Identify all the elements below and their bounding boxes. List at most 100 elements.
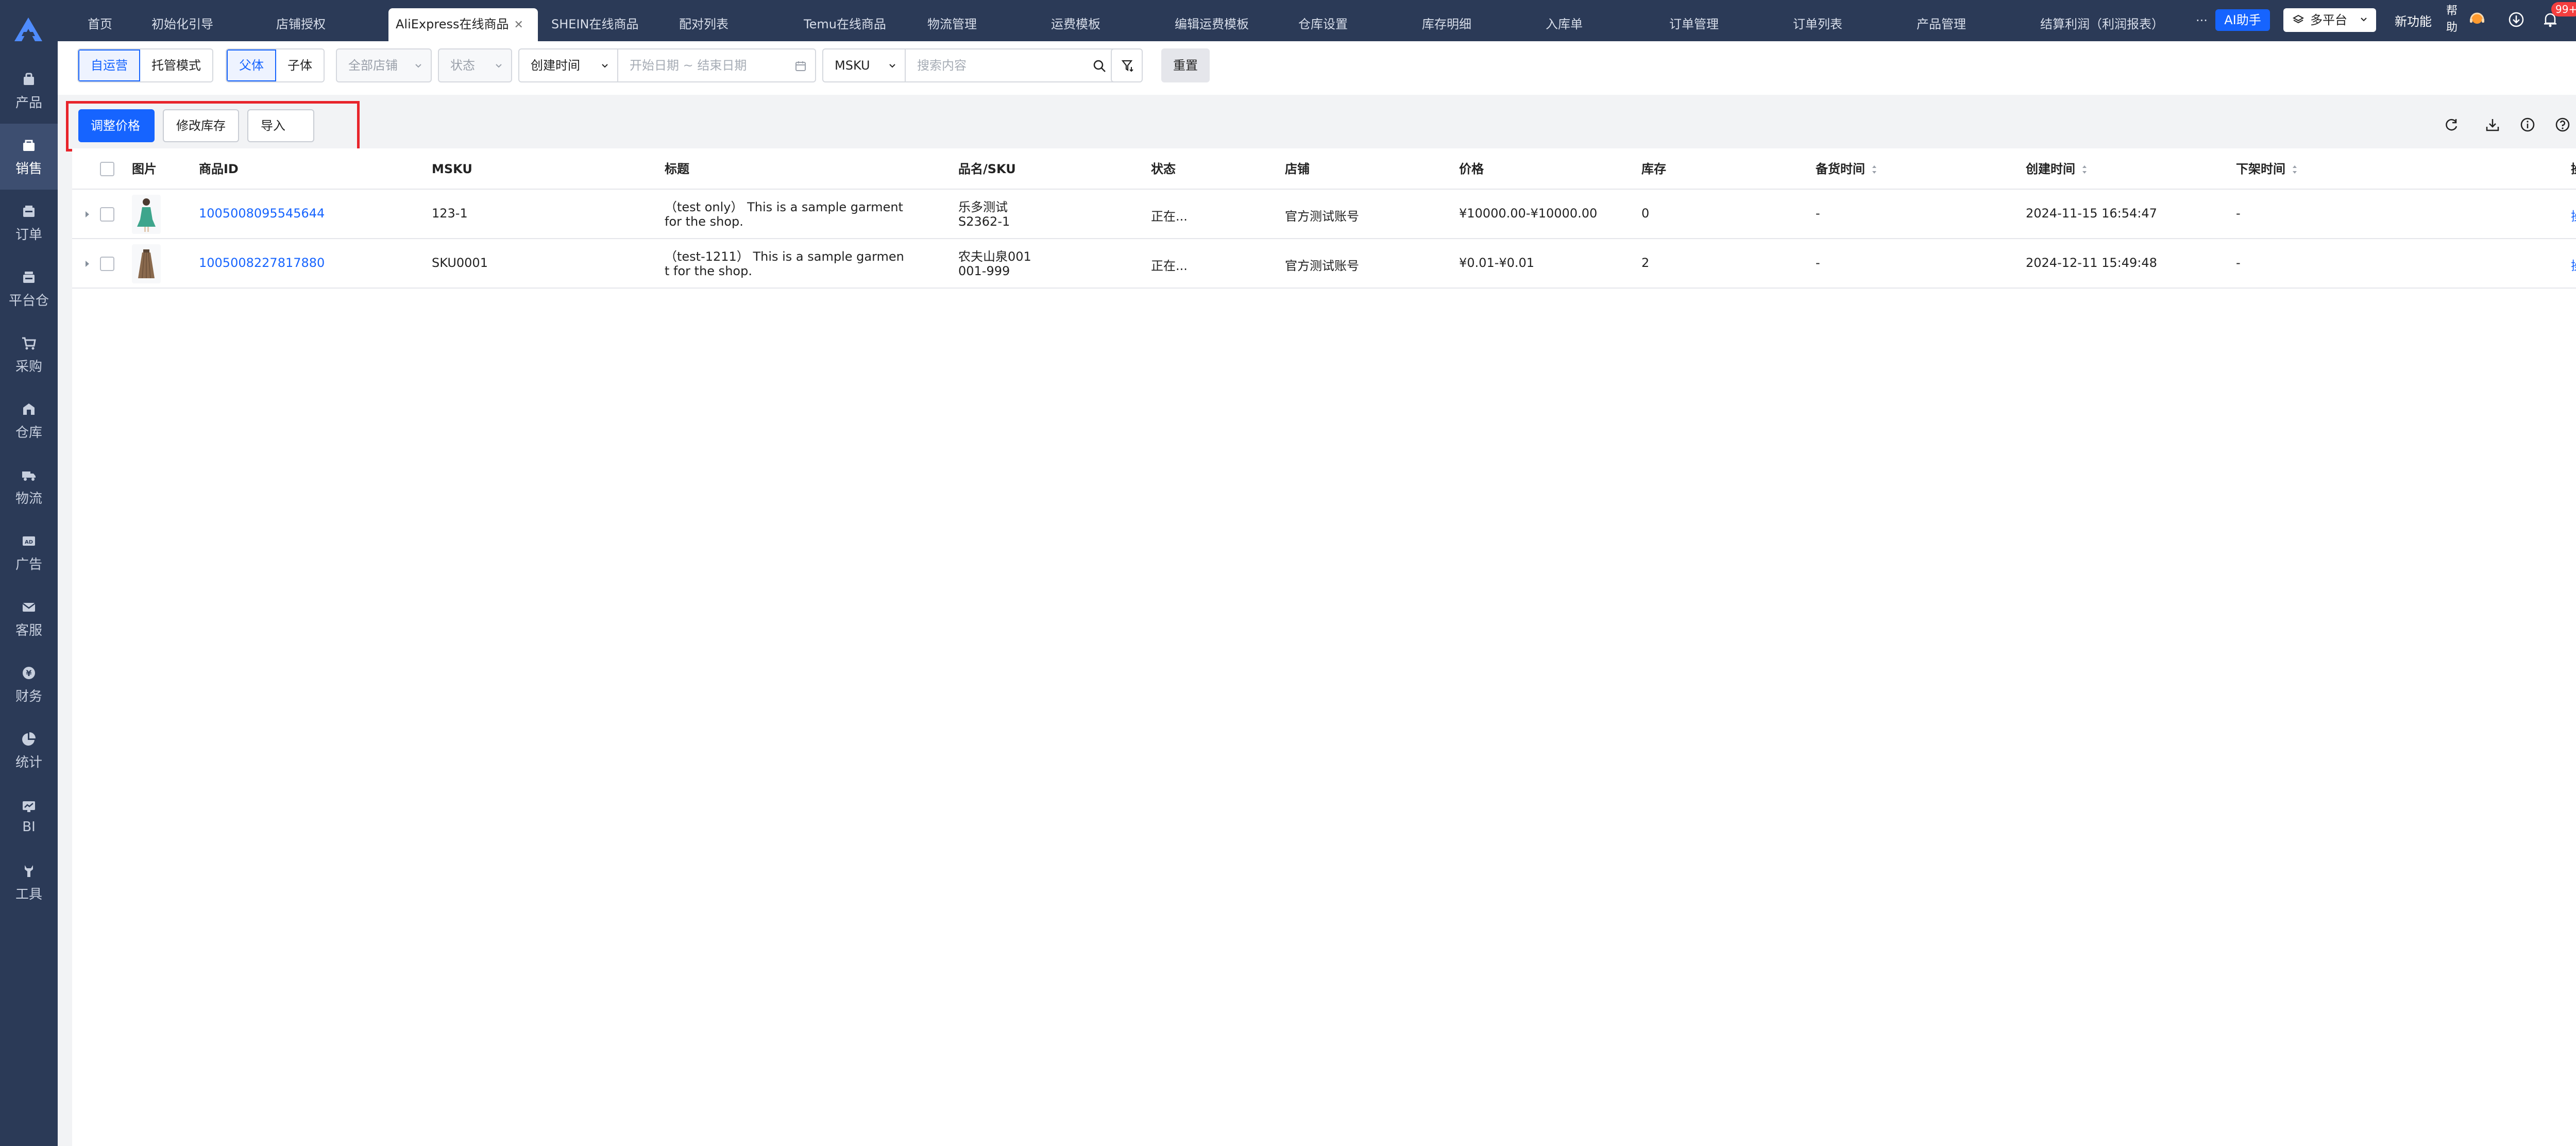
tab-order-management[interactable]: 订单管理: [1662, 8, 1726, 41]
sort-icon[interactable]: [2292, 164, 2298, 175]
tab-order-list[interactable]: 订单列表: [1786, 8, 1850, 41]
sidebar-item-sales[interactable]: 销售: [0, 124, 58, 190]
chevron-down-icon: [496, 64, 502, 68]
info-icon[interactable]: [2519, 116, 2536, 133]
export-icon[interactable]: [2484, 116, 2501, 133]
truck-icon: [22, 471, 36, 481]
sidebar-item-label: 工具: [15, 886, 42, 902]
price-value: ¥10000.00-¥10000.00: [1459, 206, 1598, 221]
sidebar-item-label: 统计: [15, 754, 42, 770]
mode-self-operated[interactable]: 自运营: [78, 49, 140, 81]
row-checkbox[interactable]: [100, 257, 114, 271]
col-name-sku: 品名/SKU: [958, 162, 1016, 176]
sidebar-item-tools[interactable]: 工具: [0, 849, 58, 915]
main-content: 自运营 托管模式 父体 子体 全部店铺 状态 创建时间 开始日期 ~ 结束日期 …: [58, 41, 2576, 1146]
product-id-link[interactable]: 1005008095545644: [199, 206, 325, 221]
sidebar-item-warehouse[interactable]: 仓库: [0, 387, 58, 453]
svg-text:¥: ¥: [26, 668, 31, 678]
store-select[interactable]: 全部店铺: [336, 48, 432, 82]
sidebar-item-product[interactable]: 产品: [0, 58, 58, 124]
sidebar-item-statistics[interactable]: 统计: [0, 717, 58, 783]
tab-shipping-template[interactable]: 运费模板: [1044, 8, 1108, 41]
tab-temu-online[interactable]: Temu在线商品: [796, 8, 893, 41]
advanced-filter-button[interactable]: [1111, 48, 1143, 82]
sidebar-item-platform-warehouse[interactable]: 平台仓: [0, 256, 58, 322]
download-icon[interactable]: [2507, 10, 2526, 29]
operation-log-link[interactable]: 操作日志: [2571, 206, 2576, 224]
product-image[interactable]: [132, 244, 161, 283]
tab-warehouse-settings[interactable]: 仓库设置: [1291, 8, 1355, 41]
operation-log-link[interactable]: 操作日志: [2571, 256, 2576, 274]
date-type-select[interactable]: 创建时间: [518, 48, 618, 82]
level-child[interactable]: 子体: [276, 49, 324, 81]
support-agent-icon[interactable]: [2468, 10, 2486, 29]
import-dropdown-button[interactable]: 导入: [247, 109, 314, 159]
refresh-icon[interactable]: [2443, 116, 2460, 133]
tab-edit-shipping-template[interactable]: 编辑运费模板: [1167, 8, 1256, 41]
sidebar-item-customer-service[interactable]: 客服: [0, 585, 58, 651]
level-parent[interactable]: 父体: [227, 49, 276, 81]
tab-init-guide[interactable]: 初始化引导: [144, 8, 221, 41]
chevron-down-icon: [2361, 18, 2367, 22]
help-circle-icon[interactable]: [2554, 116, 2571, 133]
tab-product-management[interactable]: 产品管理: [1909, 8, 1973, 41]
delisted-time-value: -: [2236, 206, 2241, 221]
platform-select[interactable]: 多平台: [2283, 8, 2376, 32]
date-range-picker[interactable]: 开始日期 ~ 结束日期: [618, 48, 816, 82]
product-id-link[interactable]: 1005008227817880: [199, 256, 325, 270]
title-line-1: （test-1211） This is a sample garmen: [665, 249, 904, 264]
more-tabs-button[interactable]: ···: [2196, 13, 2208, 28]
tab-aliexpress-online[interactable]: AliExpress在线商品 ✕: [388, 8, 538, 41]
sidebar-item-bi[interactable]: BI: [0, 783, 58, 849]
sidebar-item-logistics[interactable]: 物流: [0, 453, 58, 519]
tab-pairing-list[interactable]: 配对列表: [672, 8, 736, 41]
close-icon[interactable]: ✕: [514, 19, 523, 31]
tab-home[interactable]: 首页: [80, 8, 120, 41]
stock-value: 0: [1641, 206, 1650, 221]
col-delisted-time[interactable]: 下架时间: [2236, 148, 2298, 190]
search-input[interactable]: 搜索内容: [906, 48, 1140, 82]
tab-store-auth[interactable]: 店铺授权: [269, 8, 333, 41]
chevron-down-icon: [602, 64, 608, 68]
box-icon: [24, 73, 34, 85]
tab-inbound[interactable]: 入库单: [1538, 8, 1590, 41]
status-select[interactable]: 状态: [438, 48, 512, 82]
stock-time-value: -: [1816, 206, 1820, 221]
product-sku: 001-999: [958, 264, 1010, 278]
sidebar-item-orders[interactable]: 订单: [0, 190, 58, 256]
wrench-icon: [25, 865, 33, 877]
new-feature-link[interactable]: 新功能: [2395, 11, 2432, 29]
app-logo-icon[interactable]: [11, 15, 45, 43]
tab-logistics[interactable]: 物流管理: [920, 8, 984, 41]
expand-icon[interactable]: [83, 259, 91, 268]
sidebar-item-finance[interactable]: ¥ 财务: [0, 651, 58, 717]
sidebar: 产品 销售 订单 平台仓 采购 仓库 物流 AD 广告 客服 ¥ 财务 统计 B…: [0, 0, 58, 1146]
row-checkbox[interactable]: [100, 207, 114, 222]
help-link[interactable]: 帮助: [2444, 3, 2460, 36]
stock-value: 2: [1641, 256, 1650, 270]
col-created-time[interactable]: 创建时间: [2026, 148, 2088, 190]
product-image[interactable]: [132, 195, 161, 234]
tab-shein-online[interactable]: SHEIN在线商品: [544, 8, 646, 41]
mode-managed[interactable]: 托管模式: [140, 49, 212, 81]
select-all-checkbox[interactable]: [100, 162, 114, 176]
sort-icon[interactable]: [1871, 164, 1877, 175]
col-stock-time[interactable]: 备货时间: [1816, 148, 1877, 190]
table-row: 1005008227817880 SKU0001 （test-1211） Thi…: [72, 239, 2576, 289]
store-value: 官方测试账号: [1285, 209, 1359, 224]
mode-toggle: 自运营 托管模式: [77, 48, 213, 82]
reset-button[interactable]: 重置: [1161, 48, 1210, 82]
search-icon[interactable]: [1092, 59, 1107, 73]
tab-profit-report[interactable]: 结算利润（利润报表）: [2033, 8, 2171, 41]
adjust-price-button[interactable]: 调整价格: [78, 109, 155, 142]
tab-inventory-detail[interactable]: 库存明细: [1415, 8, 1479, 41]
sidebar-item-purchase[interactable]: 采购: [0, 322, 58, 387]
sidebar-item-label: 产品: [15, 95, 42, 111]
modify-stock-button[interactable]: 修改库存: [163, 109, 239, 142]
expand-icon[interactable]: [83, 210, 91, 219]
notification-badge: 99+: [2551, 2, 2576, 16]
search-field-select[interactable]: MSKU: [822, 48, 906, 82]
sidebar-item-ads[interactable]: AD 广告: [0, 519, 58, 585]
sort-icon[interactable]: [2081, 164, 2088, 175]
ai-assistant-button[interactable]: AI助手: [2215, 9, 2270, 31]
